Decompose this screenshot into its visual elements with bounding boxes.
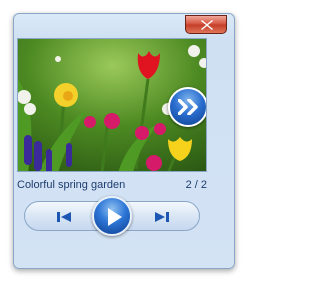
next-slide-overlay-button[interactable] — [168, 87, 206, 127]
skip-previous-icon — [57, 212, 71, 222]
caption-bar: Colorful spring garden 2 / 2 — [17, 179, 207, 195]
slide-counter: 2 / 2 — [185, 179, 207, 191]
previous-button[interactable] — [51, 209, 77, 225]
play-button[interactable] — [92, 196, 132, 236]
slide-image[interactable] — [17, 38, 207, 172]
next-button[interactable] — [149, 209, 175, 225]
play-icon — [108, 208, 122, 226]
double-chevron-right-icon — [178, 99, 198, 115]
close-icon — [201, 20, 213, 30]
slide-title: Colorful spring garden — [17, 179, 126, 191]
playback-controls — [24, 196, 200, 236]
close-button[interactable] — [185, 15, 227, 34]
skip-next-icon — [155, 212, 169, 222]
